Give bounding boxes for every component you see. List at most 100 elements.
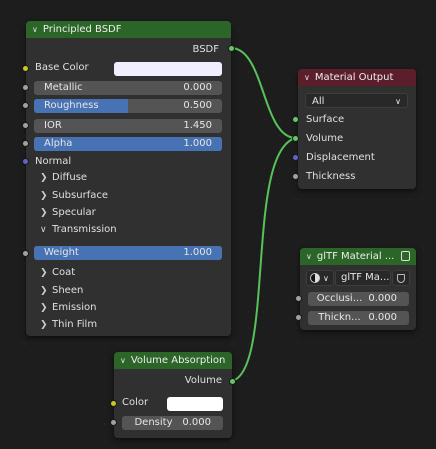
thickness-socket[interactable] <box>292 173 299 180</box>
material-output-header[interactable]: ∨ Material Output <box>298 69 416 86</box>
absorption-color-socket[interactable] <box>110 400 117 407</box>
panel-emission-label: Emission <box>52 302 97 313</box>
occlusion-value: 0.000 <box>368 293 397 304</box>
gltf-material-node[interactable]: ∨ glTF Material ... ∨ glTF Ma... Occlusi… <box>300 248 416 330</box>
metallic-value: 0.000 <box>183 82 212 93</box>
base-color-socket[interactable] <box>22 65 29 72</box>
panel-specular[interactable]: ❯ Specular <box>40 207 96 218</box>
alpha-socket[interactable] <box>22 140 29 147</box>
volume-socket[interactable] <box>292 135 299 142</box>
gltf-thickness-socket[interactable] <box>295 314 302 321</box>
weight-socket[interactable] <box>22 250 29 257</box>
panel-sheen-label: Sheen <box>52 285 84 296</box>
panel-transmission[interactable]: ∨ Transmission <box>40 224 117 235</box>
volume-output-socket[interactable] <box>229 378 236 385</box>
base-color-label: Base Color <box>35 62 89 73</box>
collapse-chevron-icon[interactable]: ∨ <box>32 21 38 38</box>
panel-transmission-label: Transmission <box>52 224 117 235</box>
base-color-swatch[interactable] <box>114 62 222 76</box>
bsdf-output-socket[interactable] <box>228 45 235 52</box>
fake-user-button[interactable] <box>392 270 410 286</box>
roughness-value: 0.500 <box>183 100 212 111</box>
occlusion-socket[interactable] <box>295 295 302 302</box>
chevron-right-icon: ❯ <box>40 191 48 201</box>
ior-label: IOR <box>44 120 62 131</box>
chevron-down-icon: ∨ <box>40 225 47 235</box>
panel-sheen[interactable]: ❯ Sheen <box>40 285 83 296</box>
principled-bsdf-node[interactable]: ∨ Principled BSDF BSDF Base Color Metall… <box>26 21 231 336</box>
alpha-label: Alpha <box>44 138 73 149</box>
normal-socket[interactable] <box>22 158 29 165</box>
gltf-header[interactable]: ∨ glTF Material ... <box>300 248 416 265</box>
collapse-chevron-icon[interactable]: ∨ <box>304 69 310 86</box>
panel-thin-film-label: Thin Film <box>52 319 98 330</box>
roughness-label: Roughness <box>44 100 99 111</box>
collapse-chevron-icon[interactable]: ∨ <box>306 248 312 265</box>
panel-diffuse[interactable]: ❯ Diffuse <box>40 172 87 183</box>
displacement-socket[interactable] <box>292 154 299 161</box>
weight-value: 1.000 <box>183 247 212 258</box>
metallic-socket[interactable] <box>22 84 29 91</box>
panel-thin-film[interactable]: ❯ Thin Film <box>40 319 97 330</box>
alpha-slider[interactable]: Alpha 1.000 <box>34 137 222 151</box>
panel-subsurface-label: Subsurface <box>52 190 108 201</box>
volume-absorption-node[interactable]: ∨ Volume Absorption Volume Color Density… <box>114 352 232 438</box>
absorption-color-swatch[interactable] <box>167 397 223 411</box>
panel-specular-label: Specular <box>52 207 96 218</box>
chevron-right-icon: ❯ <box>40 173 48 183</box>
thickness-field[interactable]: Thickn... 0.000 <box>308 311 409 325</box>
ior-socket[interactable] <box>22 122 29 129</box>
metallic-slider[interactable]: Metallic 0.000 <box>34 81 222 95</box>
panel-emission[interactable]: ❯ Emission <box>40 302 97 313</box>
chevron-right-icon: ❯ <box>40 286 48 296</box>
datablock-name: glTF Ma... <box>341 272 390 283</box>
occlusion-field[interactable]: Occlusi... 0.000 <box>308 292 409 306</box>
density-label: Density <box>134 417 173 428</box>
surface-socket[interactable] <box>292 116 299 123</box>
thickness-label: Thickness <box>306 171 356 182</box>
volume-absorption-header[interactable]: ∨ Volume Absorption <box>114 352 232 369</box>
metallic-label: Metallic <box>44 82 83 93</box>
node-title: glTF Material ... <box>316 251 395 262</box>
weight-label: Weight <box>44 247 79 258</box>
volume-output-label: Volume <box>184 375 222 386</box>
datablock-type-button[interactable]: ∨ <box>306 270 334 286</box>
occlusion-label: Occlusi... <box>316 293 363 304</box>
node-title: Material Output <box>314 72 394 83</box>
node-title: Principled BSDF <box>42 24 122 35</box>
material-output-node[interactable]: ∨ Material Output All ∨ Surface Volume D… <box>298 69 416 189</box>
chevron-right-icon: ❯ <box>40 208 48 218</box>
chevron-down-icon: ∨ <box>395 97 401 106</box>
ior-value: 1.450 <box>183 120 212 131</box>
weight-slider[interactable]: Weight 1.000 <box>34 246 222 260</box>
panel-coat-label: Coat <box>52 267 76 278</box>
chevron-down-icon: ∨ <box>323 274 329 283</box>
normal-row: Normal <box>26 154 231 170</box>
collapse-chevron-icon[interactable]: ∨ <box>120 352 126 369</box>
chevron-right-icon: ❯ <box>40 320 48 330</box>
density-socket[interactable] <box>110 419 117 426</box>
shield-icon <box>397 274 405 283</box>
target-select-value: All <box>312 96 325 107</box>
link-bsdf-to-surface[interactable] <box>230 47 297 139</box>
panel-coat[interactable]: ❯ Coat <box>40 267 75 278</box>
target-select[interactable]: All ∨ <box>305 93 408 108</box>
datablock-name-field[interactable]: glTF Ma... <box>335 270 391 286</box>
bsdf-output-row: BSDF <box>26 42 231 58</box>
alpha-value: 1.000 <box>183 138 212 149</box>
bsdf-output-label: BSDF <box>192 44 219 55</box>
link-volume-to-volume-visible[interactable] <box>231 137 297 382</box>
node-title: Volume Absorption <box>130 355 226 366</box>
displacement-label: Displacement <box>306 152 375 163</box>
panel-subsurface[interactable]: ❯ Subsurface <box>40 190 108 201</box>
volume-label: Volume <box>306 133 344 144</box>
roughness-slider[interactable]: Roughness 0.500 <box>34 99 222 113</box>
principled-bsdf-header[interactable]: ∨ Principled BSDF <box>26 21 231 38</box>
roughness-socket[interactable] <box>22 102 29 109</box>
ior-slider[interactable]: IOR 1.450 <box>34 119 222 133</box>
normal-label: Normal <box>35 156 72 167</box>
surface-label: Surface <box>306 114 345 125</box>
chevron-right-icon: ❯ <box>40 303 48 313</box>
material-sphere-icon <box>310 273 320 283</box>
density-field[interactable]: Density 0.000 <box>122 416 223 430</box>
